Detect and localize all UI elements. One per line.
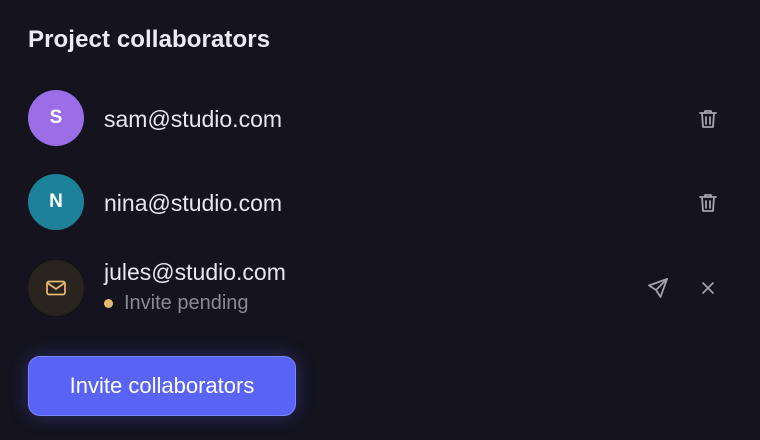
resend-invite-button[interactable] <box>642 272 674 304</box>
avatar-initial: N <box>49 191 63 212</box>
avatar: N <box>28 174 84 230</box>
invite-status: Invite pending <box>104 292 249 315</box>
status-dot <box>104 299 113 308</box>
invite-collaborators-button[interactable]: Invite collaborators <box>28 356 296 416</box>
panel-title: Project collaborators <box>28 26 271 53</box>
close-icon <box>702 282 714 294</box>
avatar: S <box>28 90 84 146</box>
trash-icon <box>699 110 717 128</box>
status-label: Invite pending <box>124 292 249 314</box>
remove-collaborator-button[interactable] <box>692 187 724 219</box>
collaborators-panel: Project collaborators S sam@studio.com N… <box>0 0 760 440</box>
avatar <box>28 260 84 316</box>
pending-email: jules@studio.com <box>104 259 286 285</box>
cancel-invite-button[interactable] <box>692 272 724 304</box>
mail-icon <box>46 280 66 296</box>
avatar-initial: S <box>49 107 63 128</box>
collaborator-email: nina@studio.com <box>104 190 283 216</box>
remove-collaborator-button[interactable] <box>692 103 724 135</box>
send-icon <box>648 278 668 298</box>
trash-icon <box>699 194 717 212</box>
collaborator-email: sam@studio.com <box>104 106 283 132</box>
